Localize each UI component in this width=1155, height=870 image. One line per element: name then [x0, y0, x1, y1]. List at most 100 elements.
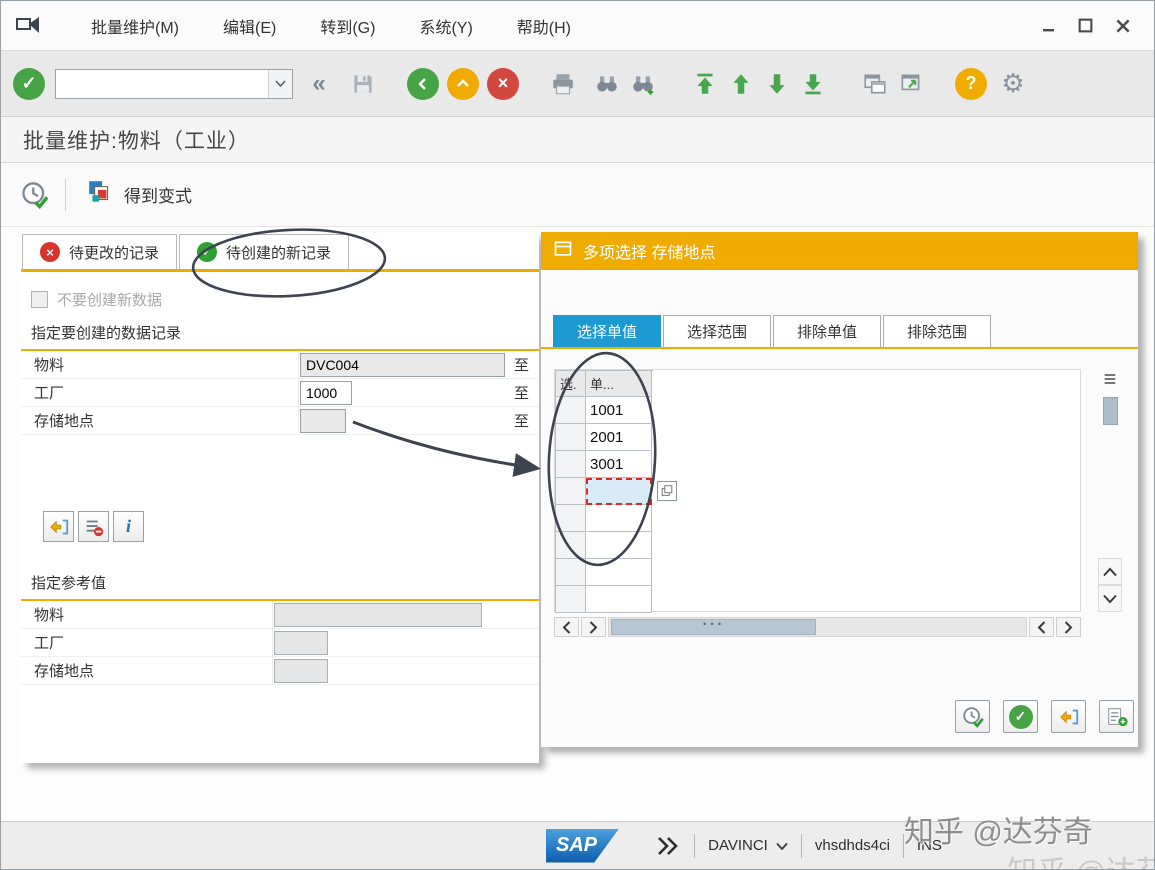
menu-help[interactable]: 帮助(H): [503, 8, 585, 44]
ref-material-label: 物料: [21, 601, 273, 628]
last-page-icon[interactable]: [795, 66, 831, 102]
check-icon: ✓: [1008, 704, 1033, 729]
window-system-icon[interactable]: [15, 15, 41, 37]
column-header-select[interactable]: 选.: [556, 371, 586, 397]
tab-new-records-to-create[interactable]: ✓ 待创建的新记录: [179, 234, 350, 269]
get-variant-button[interactable]: 得到变式: [78, 174, 200, 215]
tab-records-to-change[interactable]: × 待更改的记录: [22, 234, 178, 269]
tab-exclude-single-values[interactable]: 排除单值: [773, 315, 882, 347]
row-selector-cell[interactable]: [556, 397, 586, 424]
scroll-down-button[interactable]: [1098, 585, 1122, 612]
menu-system[interactable]: 系统(Y): [405, 8, 486, 44]
chevron-left-icon: [562, 620, 571, 634]
info-button[interactable]: i: [113, 511, 144, 542]
table-settings-button[interactable]: [1098, 369, 1122, 389]
table-settings-icon: [1104, 374, 1116, 384]
row-selector-cell[interactable]: [556, 424, 586, 451]
minimize-icon[interactable]: [1041, 18, 1057, 34]
value-cell[interactable]: 3001: [586, 451, 652, 478]
customize-gear-icon[interactable]: ⚙: [995, 66, 1031, 102]
execute-icon[interactable]: [17, 177, 53, 213]
row-selector-cell[interactable]: [556, 586, 586, 613]
cell-value-help-button[interactable]: [657, 481, 677, 501]
table-row: 3001: [556, 451, 653, 478]
ref-storage-location-label: 存储地点: [21, 657, 273, 684]
exit-button[interactable]: [447, 67, 479, 100]
value-cell[interactable]: 1001: [586, 397, 652, 424]
save-icon[interactable]: [345, 66, 381, 102]
row-selector-cell[interactable]: [556, 559, 586, 586]
form-row-ref-material: 物料: [21, 601, 539, 629]
tab-select-ranges[interactable]: 选择范围: [663, 315, 772, 347]
material-field[interactable]: [300, 352, 505, 377]
dialog-execute-button[interactable]: [955, 700, 990, 733]
horizontal-scroll-thumb[interactable]: [611, 619, 816, 635]
plant-label: 工厂: [21, 379, 299, 406]
scroll-right-button[interactable]: [581, 617, 606, 637]
multiple-selection-button[interactable]: [43, 511, 74, 542]
vertical-scroll-thumb[interactable]: [1102, 397, 1118, 425]
collapse-icon[interactable]: «: [301, 66, 337, 102]
command-field: [55, 68, 293, 99]
statusbar-expand-icon[interactable]: [655, 836, 681, 856]
scroll-left-button[interactable]: [554, 617, 579, 637]
print-icon[interactable]: [545, 66, 581, 102]
value-cell-focused[interactable]: [586, 478, 652, 505]
table-row: [556, 586, 653, 613]
dialog-confirm-button[interactable]: ✓: [1003, 700, 1038, 733]
dialog-multiple-selection-button[interactable]: [1051, 700, 1086, 733]
scroll-left-button-2[interactable]: [1029, 617, 1054, 637]
dialog-paste-button[interactable]: [1099, 700, 1134, 733]
page-down-icon[interactable]: [759, 66, 795, 102]
plant-field[interactable]: [300, 380, 352, 405]
horizontal-scroll-track[interactable]: [608, 617, 1027, 637]
create-section-form: 物料 至 工厂 至 存储地点 至: [21, 351, 539, 435]
value-help-icon: [661, 485, 673, 496]
system-selector[interactable]: DAVINCI: [708, 837, 788, 854]
row-selector-cell[interactable]: [556, 505, 586, 532]
ref-plant-field[interactable]: [274, 630, 328, 655]
row-selector-cell[interactable]: [556, 478, 586, 505]
row-selector-cell[interactable]: [556, 451, 586, 478]
dialog-header[interactable]: 多项选择 存储地点: [541, 232, 1138, 270]
scroll-right-button-2[interactable]: [1056, 617, 1081, 637]
find-icon[interactable]: [589, 66, 625, 102]
tab-exclude-ranges[interactable]: 排除范围: [883, 315, 992, 347]
first-page-icon[interactable]: [687, 66, 723, 102]
delete-selection-button[interactable]: [78, 511, 109, 542]
find-next-icon[interactable]: [625, 66, 661, 102]
back-button[interactable]: [407, 67, 439, 100]
value-cell[interactable]: 2001: [586, 424, 652, 451]
shortcut-icon[interactable]: [893, 66, 929, 102]
ref-storage-location-field[interactable]: [274, 658, 328, 683]
scroll-up-button[interactable]: [1098, 558, 1122, 585]
cancel-button[interactable]: ×: [487, 67, 519, 100]
tab-select-single-values[interactable]: 选择单值: [553, 315, 662, 347]
column-header-single-value[interactable]: 单...: [586, 371, 652, 397]
value-cell[interactable]: [586, 586, 652, 613]
value-cell[interactable]: [586, 559, 652, 586]
row-selector-cell[interactable]: [556, 532, 586, 559]
dialog-title: 多项选择 存储地点: [583, 245, 716, 262]
no-new-data-checkbox[interactable]: [31, 290, 48, 308]
value-cell[interactable]: [586, 505, 652, 532]
value-cell[interactable]: [586, 532, 652, 559]
chevron-up-icon: [1103, 567, 1117, 576]
page-up-icon[interactable]: [723, 66, 759, 102]
selection-table-area: 选. 单... 1001 2001 3001: [554, 369, 1081, 613]
command-input[interactable]: [56, 69, 268, 98]
enter-button[interactable]: ✓: [13, 67, 45, 100]
help-button[interactable]: ?: [955, 67, 987, 100]
new-session-icon[interactable]: [857, 66, 893, 102]
maximize-icon[interactable]: [1077, 17, 1094, 34]
chevron-left-icon: [1037, 620, 1046, 634]
command-dropdown-icon[interactable]: [268, 69, 292, 98]
ref-material-field[interactable]: [274, 602, 482, 627]
storage-location-field[interactable]: [300, 408, 346, 433]
multiple-selection-icon: [49, 519, 68, 534]
menu-goto[interactable]: 转到(G): [306, 8, 389, 44]
menu-edit[interactable]: 编辑(E): [209, 8, 290, 44]
menu-mass-maintenance[interactable]: 批量维护(M): [77, 8, 193, 44]
close-icon[interactable]: [1114, 17, 1132, 35]
to-label: 至: [513, 385, 529, 402]
